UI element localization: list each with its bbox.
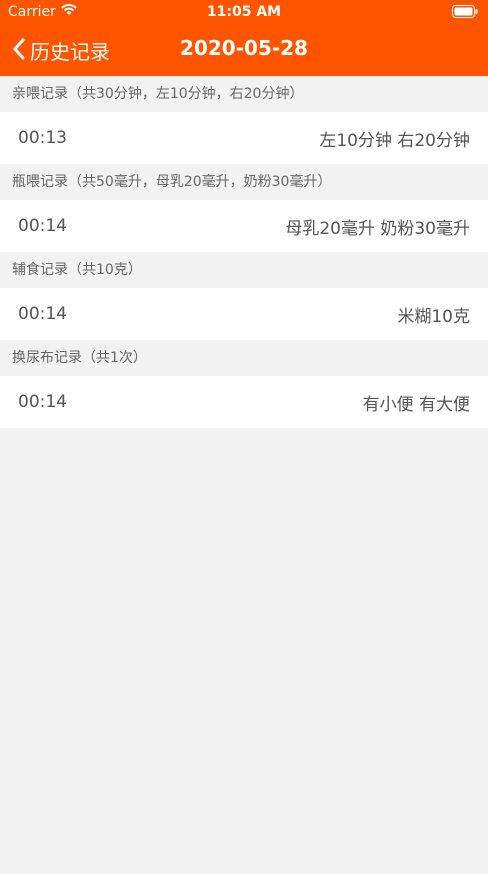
status-bar: Carrier 11:05 AM — [0, 0, 488, 24]
record-detail: 母乳20毫升 奶粉30毫升 — [285, 218, 470, 239]
section-header-solid-food: 辅食记录（共10克） — [0, 252, 488, 288]
section-header-breastfeeding: 亲喂记录（共30分钟，左10分钟，右20分钟） — [0, 76, 488, 112]
list-item[interactable]: 00:14 母乳20毫升 奶粉30毫升 — [0, 200, 488, 252]
records-list: 亲喂记录（共30分钟，左10分钟，右20分钟） 00:13 左10分钟 右20分… — [0, 76, 488, 428]
record-time: 00:14 — [18, 304, 67, 324]
status-time: 11:05 AM — [206, 4, 282, 20]
list-item[interactable]: 00:14 有小便 有大便 — [0, 376, 488, 428]
record-detail: 有小便 有大便 — [362, 394, 470, 415]
navigation-bar: 历史记录 2020-05-28 — [0, 24, 488, 76]
section-header-diaper: 换尿布记录（共1次） — [0, 340, 488, 376]
record-detail: 米糊10克 — [397, 306, 470, 327]
battery-icon — [452, 5, 478, 22]
list-item[interactable]: 00:14 米糊10克 — [0, 288, 488, 340]
page-title: 2020-05-28 — [180, 36, 308, 60]
record-time: 00:14 — [18, 392, 67, 412]
record-detail: 左10分钟 右20分钟 — [319, 130, 470, 151]
record-time: 00:13 — [18, 128, 67, 148]
section-header-bottle: 瓶喂记录（共50毫升，母乳20毫升，奶粉30毫升） — [0, 164, 488, 200]
list-item[interactable]: 00:13 左10分钟 右20分钟 — [0, 112, 488, 164]
record-time: 00:14 — [18, 216, 67, 236]
